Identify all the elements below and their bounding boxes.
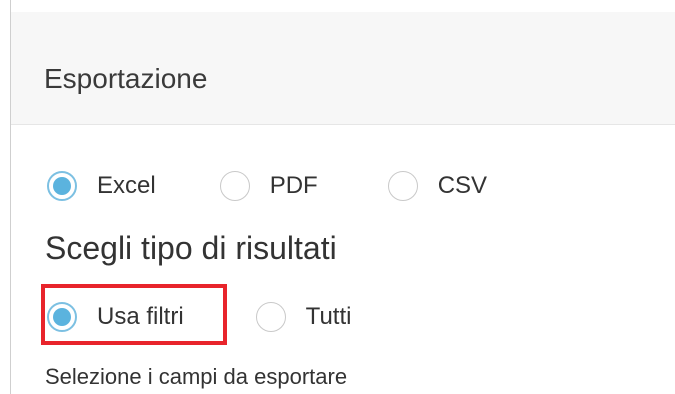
radio-csv[interactable] <box>387 171 418 201</box>
radio-excel[interactable] <box>47 171 77 201</box>
export-dialog: Esportazione Excel PDF CSV Scegli tipo d… <box>11 0 675 394</box>
format-option-csv[interactable]: CSV <box>387 171 488 201</box>
results-option-use-filters[interactable]: Usa filtri <box>47 302 184 332</box>
radio-all[interactable] <box>255 302 286 332</box>
results-option-all[interactable]: Tutti <box>255 302 352 332</box>
select-fields-label: Selezione i campi da esportare <box>45 364 348 389</box>
format-option-pdf[interactable]: PDF <box>219 171 318 201</box>
format-label-pdf: PDF <box>269 172 318 199</box>
export-format-group: Excel PDF CSV <box>47 171 487 201</box>
format-label-excel: Excel <box>97 172 156 199</box>
format-label-csv: CSV <box>437 172 488 199</box>
format-option-excel[interactable]: Excel <box>47 171 156 201</box>
dialog-title: Esportazione <box>44 63 208 94</box>
radio-use-filters[interactable] <box>47 302 77 332</box>
dialog-header: Esportazione <box>11 12 675 125</box>
radio-pdf[interactable] <box>219 171 250 201</box>
results-label-all: Tutti <box>305 303 352 330</box>
results-label-use-filters: Usa filtri <box>97 303 184 330</box>
results-type-group: Usa filtri Tutti <box>47 302 351 332</box>
results-type-heading: Scegli tipo di risultati <box>45 230 337 266</box>
